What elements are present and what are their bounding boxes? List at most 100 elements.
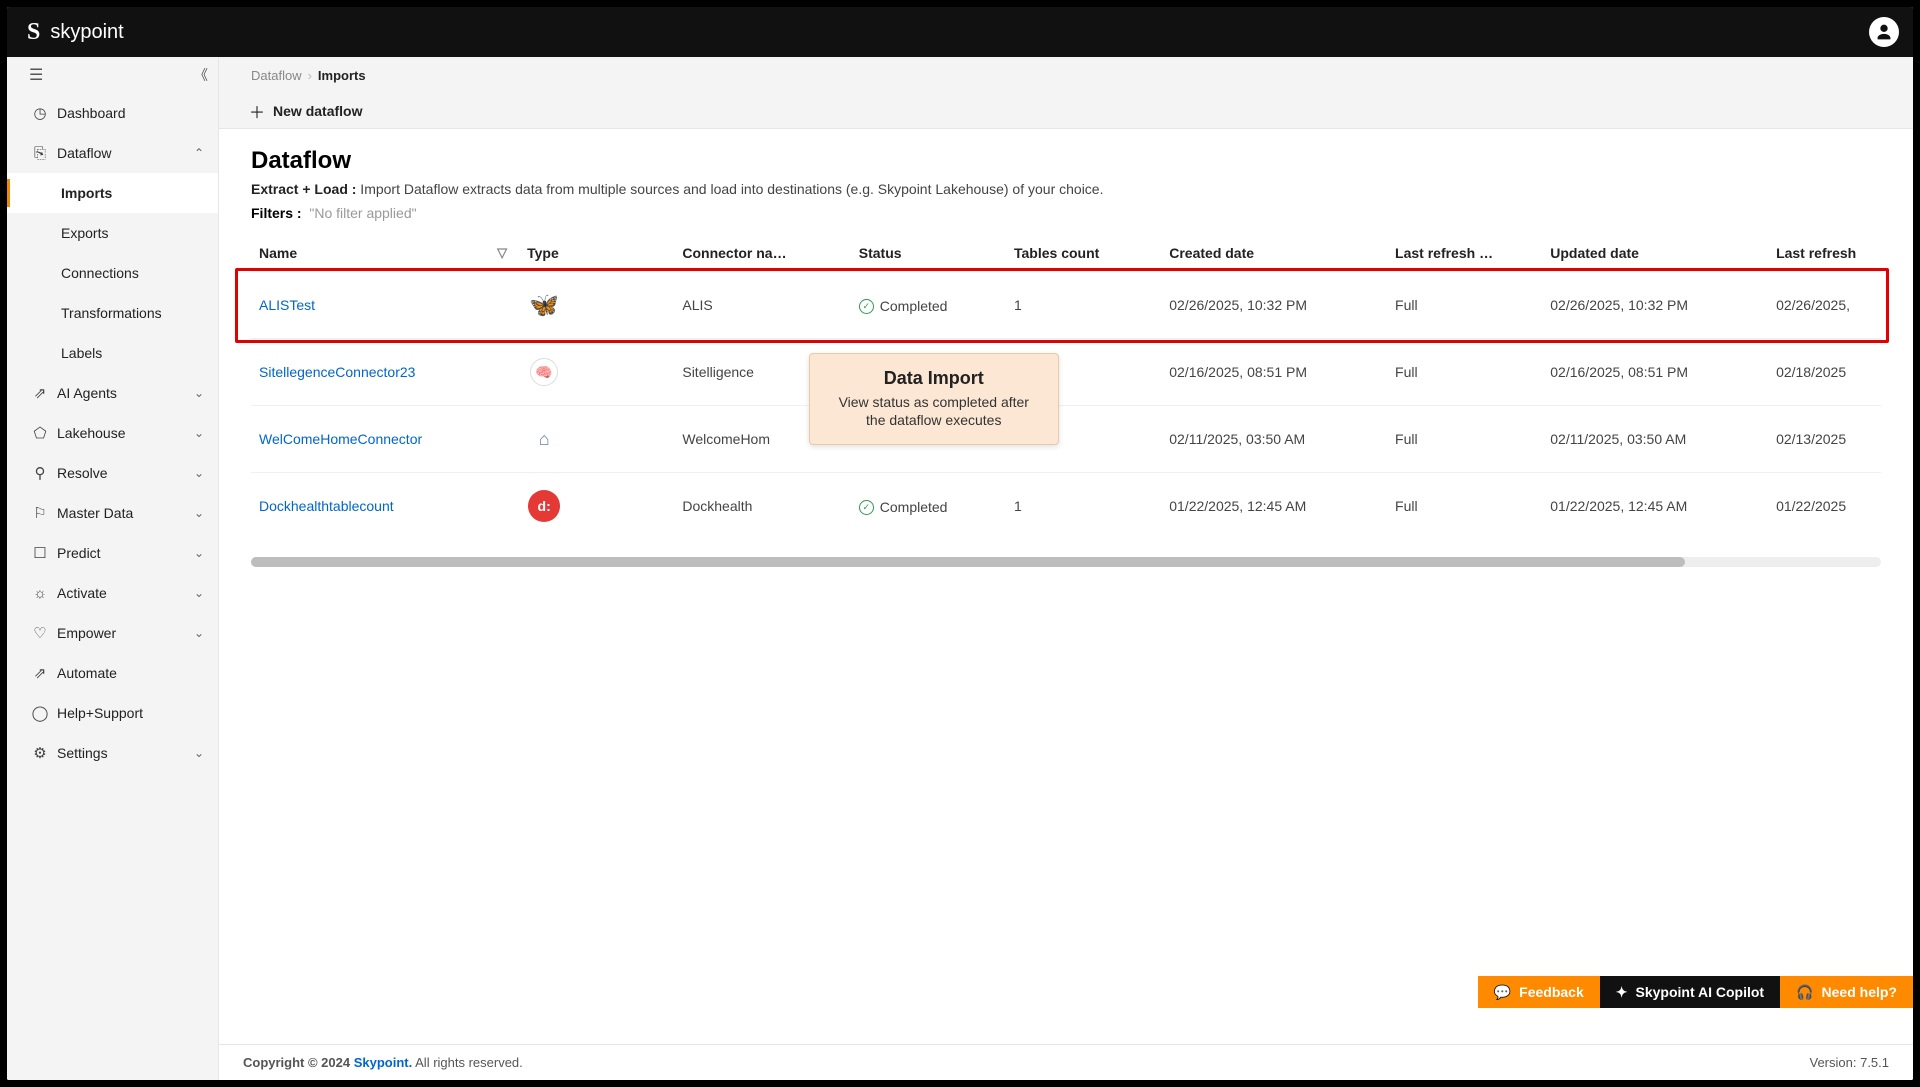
th-created[interactable]: Created date xyxy=(1161,235,1387,272)
headset-icon: 🎧 xyxy=(1796,984,1813,1001)
new-dataflow-label: New dataflow xyxy=(273,103,362,119)
sidebar-item-help-support[interactable]: ◯Help+Support xyxy=(7,693,218,733)
table-row[interactable]: SitellegenceConnector23🧠Sitelligence02/1… xyxy=(251,339,1881,406)
chevron-down-icon: ⌄ xyxy=(194,546,204,560)
dataflow-name-link[interactable]: WelComeHomeConnector xyxy=(259,431,422,447)
gear-icon: ⚙ xyxy=(29,744,51,762)
footer-actions: 💬Feedback ✦Skypoint AI Copilot 🎧Need hel… xyxy=(1478,976,1913,1008)
chevron-up-icon: ⌃ xyxy=(194,146,204,160)
new-dataflow-button[interactable]: ＋ New dataflow xyxy=(249,99,362,123)
sidebar-item-label: Lakehouse xyxy=(57,425,194,441)
table-row[interactable]: ALISTest🦋ALIS✓Completed102/26/2025, 10:3… xyxy=(251,272,1881,339)
sparkle-icon: ✦ xyxy=(1616,984,1628,1001)
topbar: S skypoint xyxy=(7,7,1913,57)
hamburger-icon[interactable]: ☰ xyxy=(29,65,42,85)
sidebar-item-dataflow[interactable]: ⎘ Dataflow⌃ xyxy=(7,133,218,173)
sidebar-item-label: Settings xyxy=(57,745,194,761)
chevron-down-icon: ⌄ xyxy=(194,386,204,400)
sidebar-item-lakehouse[interactable]: ⬠ Lakehouse⌄ xyxy=(7,413,218,453)
sidebar-item-label: Resolve xyxy=(57,465,194,481)
breadcrumb: Dataflow › Imports xyxy=(219,57,1913,93)
predict-icon: ☐ xyxy=(29,544,51,562)
check-circle-icon: ✓ xyxy=(859,500,874,515)
dataflow-table: Name▽ Type Connector na… Status Tables c… xyxy=(251,235,1881,539)
breadcrumb-current: Imports xyxy=(318,68,366,83)
footer-brand-link[interactable]: Skypoint. xyxy=(354,1055,413,1070)
th-name[interactable]: Name▽ xyxy=(251,235,519,272)
th-lastdate[interactable]: Last refresh xyxy=(1768,235,1881,272)
sidebar-subitem-transformations[interactable]: Transformations xyxy=(7,293,218,333)
sidebar-item-activate[interactable]: ☼ Activate⌄ xyxy=(7,573,218,613)
agents-icon: ⇗ xyxy=(29,384,51,402)
sidebar-subitem-labels[interactable]: Labels xyxy=(7,333,218,373)
people-icon: ⚐ xyxy=(29,504,51,522)
tooltip-annotation: Data Import View status as completed aft… xyxy=(809,353,1059,446)
sidebar-item-label: Automate xyxy=(57,665,204,681)
sidebar-item-master-data[interactable]: ⚐Master Data⌄ xyxy=(7,493,218,533)
chevron-down-icon: ⌄ xyxy=(194,426,204,440)
chevron-right-icon: › xyxy=(308,68,312,83)
bulb-icon: ☼ xyxy=(29,585,51,602)
sidebar-item-predict[interactable]: ☐ Predict⌄ xyxy=(7,533,218,573)
th-lastrefresh[interactable]: Last refresh … xyxy=(1387,235,1542,272)
dock-icon: d: xyxy=(528,490,560,522)
sidebar-item-label: AI Agents xyxy=(57,385,194,401)
collapse-sidebar-button[interactable]: 《 xyxy=(194,65,204,85)
filters-row: Filters : "No filter applied" xyxy=(251,205,1881,221)
sidebar-item-label: Dataflow xyxy=(57,145,194,161)
sidebar-item-label: Dashboard xyxy=(57,105,204,121)
brand-logo: S xyxy=(27,19,40,46)
dataflow-name-link[interactable]: ALISTest xyxy=(259,297,315,313)
version-label: Version: 7.5.1 xyxy=(1810,1055,1890,1070)
resolve-icon: ⚲ xyxy=(29,464,51,482)
cube-icon: ⬠ xyxy=(29,424,51,442)
sidebar-subitem-imports[interactable]: Imports xyxy=(7,173,218,213)
chevron-down-icon: ⌄ xyxy=(194,506,204,520)
shield-icon: ♡ xyxy=(29,624,51,642)
brand[interactable]: S skypoint xyxy=(27,19,124,46)
scrollbar-thumb[interactable] xyxy=(251,557,1685,567)
sidebar-subitem-connections[interactable]: Connections xyxy=(7,253,218,293)
sidebar-item-settings[interactable]: ⚙ Settings⌄ xyxy=(7,733,218,773)
sidebar-item-label: Help+Support xyxy=(57,705,204,721)
table-row[interactable]: WelComeHomeConnector⌂WelcomeHom02/11/202… xyxy=(251,406,1881,473)
gauge-icon: ◷ xyxy=(29,104,51,122)
chevron-down-icon: ⌄ xyxy=(194,746,204,760)
sidebar-item-label: Predict xyxy=(57,545,194,561)
th-type[interactable]: Type xyxy=(519,235,674,272)
table-row[interactable]: Dockhealthtablecountd:Dockhealth✓Complet… xyxy=(251,473,1881,540)
content: Dataflow Extract + Load : Import Dataflo… xyxy=(219,129,1913,1044)
sidebar-item-empower[interactable]: ♡ Empower⌄ xyxy=(7,613,218,653)
sidebar-subitem-exports[interactable]: Exports xyxy=(7,213,218,253)
chevron-down-icon: ⌄ xyxy=(194,586,204,600)
chat-icon: 💬 xyxy=(1494,984,1511,1001)
need-help-button[interactable]: 🎧Need help? xyxy=(1780,976,1913,1008)
flow-icon: ⎘ xyxy=(29,145,51,162)
breadcrumb-root[interactable]: Dataflow xyxy=(251,68,302,83)
automate-icon: ⇗ xyxy=(29,664,51,682)
brain-icon: 🧠 xyxy=(530,358,558,386)
sidebar-item-resolve[interactable]: ⚲Resolve⌄ xyxy=(7,453,218,493)
copilot-button[interactable]: ✦Skypoint AI Copilot xyxy=(1600,976,1780,1008)
toolbar: ＋ New dataflow xyxy=(219,93,1913,129)
th-updated[interactable]: Updated date xyxy=(1542,235,1768,272)
sidebar-item-label: Empower xyxy=(57,625,194,641)
brand-name: skypoint xyxy=(50,21,123,44)
sidebar-item-dashboard[interactable]: ◷ Dashboard xyxy=(7,93,218,133)
filter-icon[interactable]: ▽ xyxy=(497,245,507,261)
horizontal-scrollbar[interactable] xyxy=(251,557,1881,567)
sidebar-item-ai-agents[interactable]: ⇗ AI Agents⌄ xyxy=(7,373,218,413)
sidebar-item-automate[interactable]: ⇗ Automate xyxy=(7,653,218,693)
th-tables[interactable]: Tables count xyxy=(1006,235,1161,272)
check-circle-icon: ✓ xyxy=(859,299,874,314)
avatar-button[interactable] xyxy=(1869,17,1899,47)
th-connector[interactable]: Connector na… xyxy=(674,235,850,272)
feedback-button[interactable]: 💬Feedback xyxy=(1478,976,1600,1008)
dataflow-name-link[interactable]: Dockhealthtablecount xyxy=(259,498,394,514)
sidebar: ☰ 《 ◷ Dashboard ⎘ Dataflow⌃ ImportsExportsCo… xyxy=(7,57,219,1080)
th-status[interactable]: Status xyxy=(851,235,1006,272)
chevron-down-icon: ⌄ xyxy=(194,626,204,640)
sidebar-item-label: Activate xyxy=(57,585,194,601)
page-subtitle: Extract + Load : Import Dataflow extract… xyxy=(251,181,1881,197)
dataflow-name-link[interactable]: SitellegenceConnector23 xyxy=(259,364,415,380)
